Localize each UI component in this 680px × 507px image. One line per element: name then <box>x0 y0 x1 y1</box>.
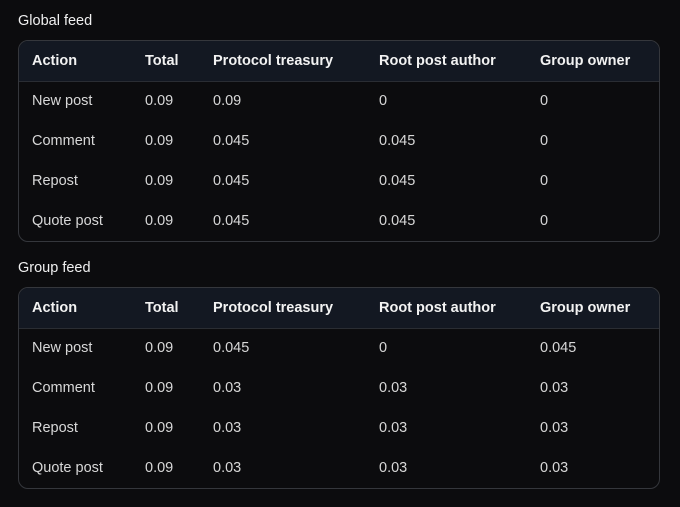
cell-group-owner: 0 <box>540 93 549 110</box>
cell-action: Comment <box>32 133 95 149</box>
table-row: Comment 0.09 0.03 0.03 0.03 <box>19 368 659 408</box>
cell-group-owner: 0 <box>540 213 549 229</box>
table-row: Comment 0.09 0.045 0.045 0 <box>19 121 659 161</box>
cell-total: 0.09 <box>145 340 174 357</box>
cell-protocol-treasury: 0.03 <box>213 380 242 396</box>
cell-protocol-treasury: 0.09 <box>213 93 242 110</box>
cell-action: Repost <box>32 173 78 189</box>
cell-group-owner: 0 <box>540 133 549 149</box>
table-row: New post 0.09 0.09 0 0 <box>19 81 659 121</box>
cell-protocol-treasury: 0.045 <box>213 133 250 149</box>
cell-root-post-author: 0.03 <box>379 380 408 396</box>
cell-total: 0.09 <box>145 380 174 396</box>
cell-action: Quote post <box>32 460 103 476</box>
table-row: New post 0.09 0.045 0 0.045 <box>19 328 659 368</box>
cell-action: New post <box>32 340 93 357</box>
table-row: Quote post 0.09 0.03 0.03 0.03 <box>19 448 659 488</box>
cell-group-owner: 0.045 <box>540 340 577 357</box>
table-row: Repost 0.09 0.03 0.03 0.03 <box>19 408 659 448</box>
table-row: Repost 0.09 0.045 0.045 0 <box>19 161 659 201</box>
column-header-root-post-author: Root post author <box>366 41 527 82</box>
cell-root-post-author: 0.03 <box>379 460 408 476</box>
column-header-protocol-treasury: Protocol treasury <box>200 41 366 82</box>
cell-root-post-author: 0.045 <box>379 133 416 149</box>
cell-total: 0.09 <box>145 213 174 229</box>
cell-group-owner: 0.03 <box>540 420 569 436</box>
cell-group-owner: 0.03 <box>540 460 569 476</box>
column-header-group-owner: Group owner <box>527 288 659 329</box>
cell-action: Comment <box>32 380 95 396</box>
column-header-protocol-treasury: Protocol treasury <box>200 288 366 329</box>
global-feed-title: Global feed <box>18 13 93 29</box>
column-header-action: Action <box>19 41 132 82</box>
cell-root-post-author: 0.045 <box>379 173 416 189</box>
cell-root-post-author: 0.045 <box>379 213 416 229</box>
table-row: Quote post 0.09 0.045 0.045 0 <box>19 201 659 241</box>
column-header-total: Total <box>132 41 200 82</box>
cell-protocol-treasury: 0.045 <box>213 213 250 229</box>
column-header-root-post-author: Root post author <box>366 288 527 329</box>
cell-root-post-author: 0 <box>379 93 388 110</box>
cell-action: New post <box>32 93 93 110</box>
cell-action: Repost <box>32 420 78 436</box>
cell-protocol-treasury: 0.045 <box>213 340 250 357</box>
cell-total: 0.09 <box>145 420 174 436</box>
cell-action: Quote post <box>32 213 103 229</box>
table-header-row: Action Total Protocol treasury Root post… <box>19 41 659 82</box>
cell-total: 0.09 <box>145 93 174 110</box>
cell-group-owner: 0 <box>540 173 549 189</box>
cell-protocol-treasury: 0.045 <box>213 173 250 189</box>
cell-group-owner: 0.03 <box>540 380 569 396</box>
cell-protocol-treasury: 0.03 <box>213 460 242 476</box>
cell-total: 0.09 <box>145 133 174 149</box>
cell-total: 0.09 <box>145 460 174 476</box>
cell-protocol-treasury: 0.03 <box>213 420 242 436</box>
table-header-row: Action Total Protocol treasury Root post… <box>19 288 659 329</box>
cell-total: 0.09 <box>145 173 174 189</box>
global-feed-table: Action Total Protocol treasury Root post… <box>18 40 660 242</box>
column-header-total: Total <box>132 288 200 329</box>
group-feed-table: Action Total Protocol treasury Root post… <box>18 287 660 489</box>
group-feed-title: Group feed <box>18 260 91 276</box>
column-header-group-owner: Group owner <box>527 41 659 82</box>
cell-root-post-author: 0 <box>379 340 388 357</box>
cell-root-post-author: 0.03 <box>379 420 408 436</box>
column-header-action: Action <box>19 288 132 329</box>
